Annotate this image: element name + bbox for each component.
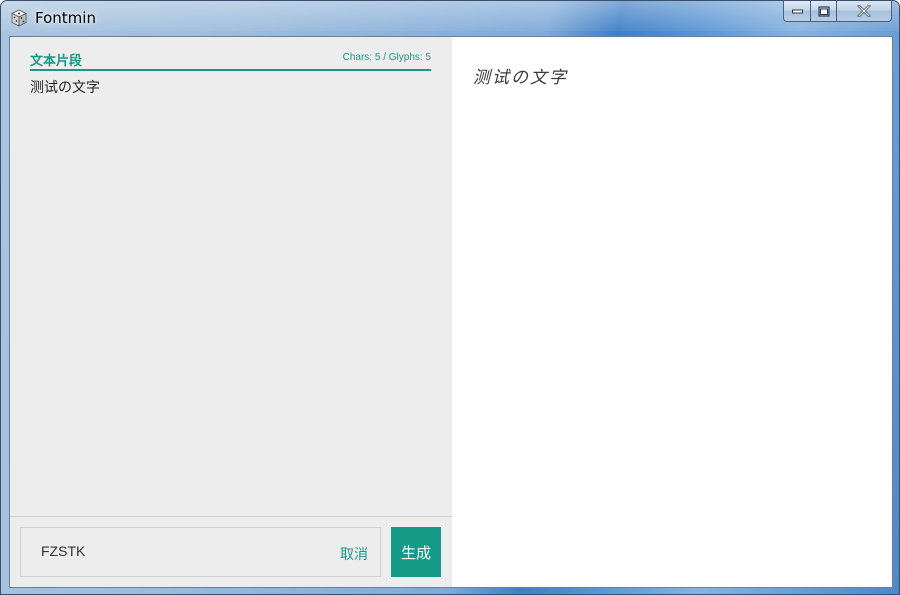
caption-buttons	[783, 1, 892, 22]
close-icon	[857, 5, 871, 17]
preview-panel: 测试の文字	[452, 37, 892, 587]
font-name-input[interactable]	[41, 543, 301, 559]
text-snippet-editor[interactable]: 测试の文字	[30, 77, 100, 97]
section-header: 文本片段 Chars: 5 / Glyphs: 5	[30, 49, 431, 71]
close-button[interactable]	[836, 1, 892, 22]
title-bar[interactable]: Fontmin	[1, 1, 899, 35]
bottom-bar: 取消 生成	[10, 516, 452, 587]
window-title: Fontmin	[35, 9, 96, 27]
font-preview-text: 测试の文字	[473, 68, 568, 88]
font-name-field[interactable]: 取消	[20, 527, 381, 577]
minimize-button[interactable]	[783, 1, 810, 22]
char-glyph-count: Chars: 5 / Glyphs: 5	[342, 52, 431, 63]
generate-button[interactable]: 生成	[391, 527, 441, 577]
app-window: Fontmin 文本片段 Chars: 5 / Glyphs: 5 测试の文字 …	[0, 0, 900, 595]
maximize-button[interactable]	[810, 1, 836, 22]
section-title: 文本片段	[30, 54, 83, 69]
dice-icon	[11, 9, 27, 27]
client-area: 文本片段 Chars: 5 / Glyphs: 5 测试の文字 取消 生成 测试…	[9, 36, 893, 588]
minimize-icon	[791, 9, 803, 14]
editor-panel: 文本片段 Chars: 5 / Glyphs: 5 测试の文字 取消 生成	[10, 37, 452, 587]
cancel-button[interactable]: 取消	[340, 544, 368, 564]
maximize-icon	[817, 5, 830, 17]
